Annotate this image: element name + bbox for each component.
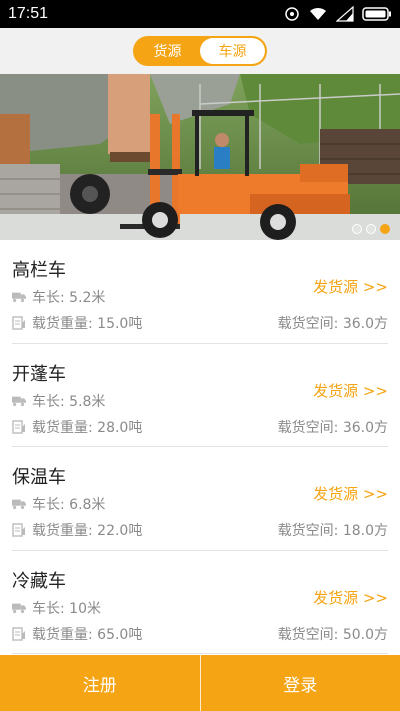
post-cargo-link[interactable]: 发货源 >> xyxy=(313,483,388,504)
truck-icon xyxy=(12,396,26,406)
document-icon xyxy=(12,419,25,434)
list-item: 冷藏车 发货源 >> 车长: 10米 载货重量: 65.0吨 载货空间: 50.… xyxy=(12,551,388,654)
weight-row: 载货重量: 22.0吨 xyxy=(12,520,142,540)
vehicle-weight: 载货重量: 15.0吨 xyxy=(32,316,143,332)
post-cargo-link[interactable]: 发货源 >> xyxy=(313,587,388,608)
signal-icon xyxy=(336,6,354,22)
list-item: 保温车 发货源 >> 车长: 6.8米 载货重量: 22.0吨 载货空间: 18… xyxy=(12,447,388,551)
battery-icon xyxy=(362,7,391,21)
document-icon xyxy=(12,523,25,537)
status-bar: 17:51 xyxy=(0,0,400,28)
vehicle-length: 车长: 5.8米 xyxy=(32,393,106,410)
vehicle-name: 冷藏车 xyxy=(12,570,66,592)
document-icon xyxy=(12,316,25,330)
vehicle-length: 车长: 10米 xyxy=(32,600,101,617)
wifi-icon xyxy=(310,7,326,20)
divider xyxy=(199,655,201,711)
vehicle-name: 开蓬车 xyxy=(12,363,66,385)
carousel-dot[interactable] xyxy=(366,224,376,234)
weight-row: 载货重量: 65.0吨 xyxy=(12,624,142,644)
status-time: 17:51 xyxy=(8,5,49,22)
banner-carousel[interactable] xyxy=(0,74,400,240)
post-cargo-link[interactable]: 发货源 >> xyxy=(313,380,388,401)
vehicle-name: 高栏车 xyxy=(12,260,66,281)
truck-icon xyxy=(12,603,26,613)
truck-icon xyxy=(12,292,26,303)
bottom-action-bar: 注册 登录 xyxy=(0,655,400,711)
vehicle-space: 载货空间: 36.0方 xyxy=(277,419,388,436)
list-item: 开蓬车 发货源 >> 车长: 5.8米 载货重量: 28.0吨 载货空间: 36… xyxy=(12,344,388,447)
carousel-dot[interactable] xyxy=(352,224,362,234)
weight-row: 载货重量: 28.0吨 xyxy=(12,417,142,437)
post-cargo-link[interactable]: 发货源 >> xyxy=(313,276,388,297)
vehicle-space: 载货空间: 50.0方 xyxy=(277,626,388,643)
list-item: 高栏车 发货源 >> 车长: 5.2米 载货重量: 15.0吨 载货空间: 36… xyxy=(12,240,388,344)
forklift-photo xyxy=(0,74,400,240)
vehicle-weight: 载货重量: 65.0吨 xyxy=(32,626,143,643)
source-toggle: 货源 车源 xyxy=(133,36,267,66)
length-row: 车长: 5.8米 xyxy=(12,391,105,411)
tab-cargo-source[interactable]: 货源 xyxy=(135,38,200,64)
carousel-indicator xyxy=(352,224,390,234)
weight-row: 载货重量: 15.0吨 xyxy=(12,313,142,333)
register-button[interactable]: 注册 xyxy=(0,655,200,711)
top-bar: 货源 车源 xyxy=(0,28,400,74)
vehicle-name: 保温车 xyxy=(12,467,66,488)
vehicle-space: 载货空间: 18.0方 xyxy=(277,523,388,539)
document-icon xyxy=(12,626,25,641)
vehicle-weight: 载货重量: 22.0吨 xyxy=(32,523,143,539)
vehicle-length: 车长: 5.2米 xyxy=(32,290,106,306)
vehicle-list: 高栏车 发货源 >> 车长: 5.2米 载货重量: 15.0吨 载货空间: 36… xyxy=(0,240,400,655)
carousel-dot-active[interactable] xyxy=(380,224,390,234)
length-row: 车长: 5.2米 xyxy=(12,287,105,307)
status-icons xyxy=(284,6,392,22)
tab-vehicle-source[interactable]: 车源 xyxy=(200,38,265,64)
truck-icon xyxy=(12,499,26,510)
length-row: 车长: 10米 xyxy=(12,598,101,618)
vehicle-space: 载货空间: 36.0方 xyxy=(277,316,388,332)
vehicle-length: 车长: 6.8米 xyxy=(32,497,106,513)
sync-icon xyxy=(285,7,299,21)
vehicle-weight: 载货重量: 28.0吨 xyxy=(32,419,143,436)
length-row: 车长: 6.8米 xyxy=(12,494,105,514)
login-button[interactable]: 登录 xyxy=(201,655,400,711)
